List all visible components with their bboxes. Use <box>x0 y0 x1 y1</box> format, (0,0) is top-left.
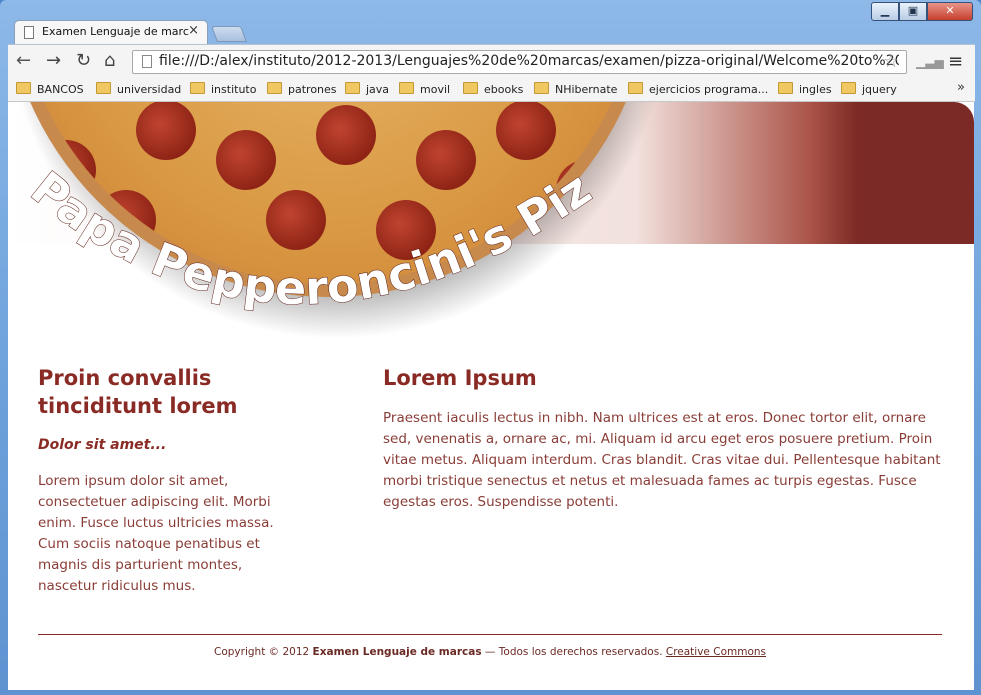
menu-icon[interactable]: ≡ <box>948 51 963 72</box>
bookmark-folder[interactable]: NHibernate <box>534 82 617 96</box>
folder-icon <box>399 82 414 94</box>
bookmark-folder[interactable]: java <box>345 82 389 96</box>
folder-icon <box>628 82 643 94</box>
folder-icon <box>96 82 111 94</box>
sidebar-subheading: Dolor sit amet... <box>38 437 167 453</box>
bookmark-star-icon[interactable]: ☆ <box>883 51 899 72</box>
forward-arrow-icon[interactable]: → <box>46 51 61 71</box>
more-bookmarks-icon[interactable]: » <box>957 80 965 95</box>
bookmarks-bar: BANCOS universidad instituto patrones ja… <box>8 78 975 102</box>
bookmark-folder[interactable]: ebooks <box>463 82 523 96</box>
folder-icon <box>534 82 549 94</box>
bookmark-folder[interactable]: ingles <box>778 82 832 96</box>
folder-icon <box>345 82 360 94</box>
banner-title: Papa Pepperoncini's Pizza <box>18 164 601 316</box>
page-icon <box>24 26 34 39</box>
pepperoni <box>496 102 556 160</box>
folder-icon <box>463 82 478 94</box>
footer-copyright: Copyright © 2012 <box>214 646 310 658</box>
home-icon[interactable]: ⌂ <box>104 51 115 71</box>
tab-close-icon[interactable]: × <box>188 23 199 38</box>
bookmark-folder[interactable]: movil <box>399 82 450 96</box>
footer-site-name: Examen Lenguaje de marcas <box>312 646 482 658</box>
bookmark-folder[interactable]: BANCOS <box>16 82 84 96</box>
bookmark-folder[interactable]: patrones <box>267 82 337 96</box>
pepperoni <box>316 105 376 165</box>
sidebar-body: Lorem ipsum dolor sit amet, consectetuer… <box>38 473 274 594</box>
bookmark-folder[interactable]: universidad <box>96 82 181 96</box>
new-tab-button[interactable] <box>211 26 247 42</box>
reload-icon[interactable]: ↻ <box>76 51 91 71</box>
folder-icon <box>778 82 793 94</box>
sidebar-heading: Proin convallis tinciditunt lorem <box>38 366 238 418</box>
browser-tab[interactable]: Examen Lenguaje de marc × <box>14 20 208 44</box>
footer-divider <box>38 634 942 635</box>
file-icon <box>142 55 152 68</box>
bookmark-folder[interactable]: instituto <box>190 82 256 96</box>
main-body: Praesent iaculis lectus in nibh. Nam ult… <box>383 410 941 510</box>
folder-icon <box>190 82 205 94</box>
folder-icon <box>841 82 856 94</box>
site-title: Papa Pepperoncini's Pizza <box>18 164 601 316</box>
bookmark-folder[interactable]: jquery <box>841 82 897 96</box>
address-bar[interactable]: file:///D:/alex/instituto/2012-2013/Leng… <box>132 50 907 74</box>
tab-title: Examen Lenguaje de marc <box>42 25 189 38</box>
folder-icon <box>267 82 282 94</box>
page-content: Papa Pepperoncini's Pizza Proin convalli… <box>8 102 974 690</box>
address-url[interactable]: file:///D:/alex/instituto/2012-2013/Leng… <box>159 53 899 69</box>
signal-icon[interactable]: ▁▃▅ <box>916 55 944 69</box>
main-heading: Lorem Ipsum <box>383 366 537 390</box>
folder-icon <box>16 82 31 94</box>
creative-commons-link[interactable]: Creative Commons <box>666 646 766 658</box>
back-arrow-icon[interactable]: ← <box>16 51 31 71</box>
footer: Copyright © 2012 Examen Lenguaje de marc… <box>38 646 942 658</box>
pepperoni <box>136 102 196 160</box>
navigation-toolbar: ← → ↻ ⌂ file:///D:/alex/instituto/2012-2… <box>8 44 975 79</box>
tab-strip: Examen Lenguaje de marc × <box>0 18 981 44</box>
browser-window: ▁ ▣ ✕ Examen Lenguaje de marc × ← → ↻ ⌂ … <box>0 0 981 695</box>
svg-text:Papa Pepperoncini's Pizza: Papa Pepperoncini's Pizza <box>18 164 600 315</box>
footer-rights: — Todos los derechos reservados. <box>484 646 663 658</box>
main-content: Lorem Ipsum Praesent iaculis lectus in n… <box>383 364 953 513</box>
sidebar: Proin convallis tinciditunt lorem Dolor … <box>38 364 296 597</box>
header-banner: Papa Pepperoncini's Pizza <box>8 102 974 352</box>
bookmark-folder[interactable]: ejercicios programa... <box>628 82 768 96</box>
